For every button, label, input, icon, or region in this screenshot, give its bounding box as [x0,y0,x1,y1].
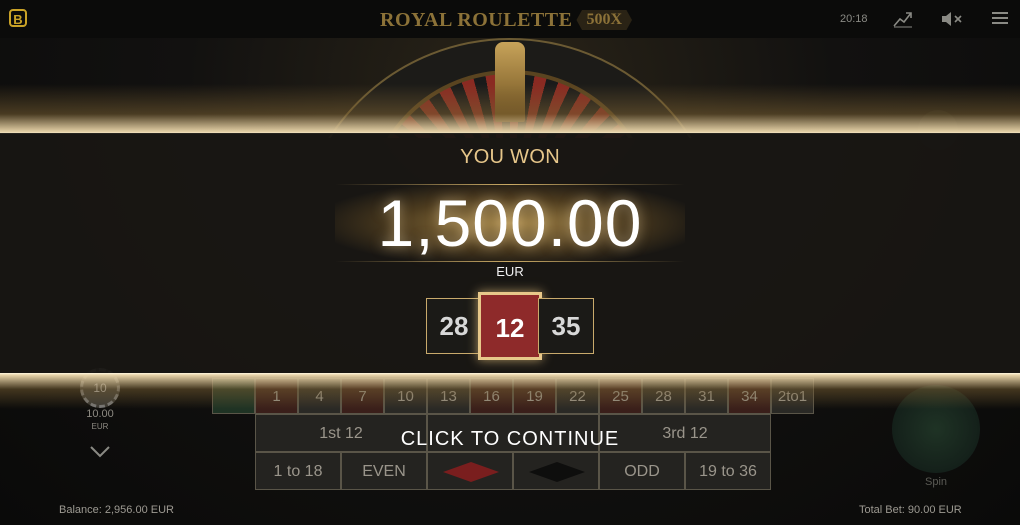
game-title: ROYAL ROULETTE [380,8,573,31]
outside-bets-row: 1 to 18 EVEN ODD 19 to 36 [255,452,771,490]
next-number: 35 [538,298,594,354]
black-diamond-icon [529,462,585,482]
spin-label: Spin [924,476,948,488]
top-bar: B ROYAL ROULETTE 500X 20:18 [0,0,1020,38]
chip-value: 10.00 [86,408,114,420]
overlay-glow-top [0,84,1020,134]
winning-number: 12 [478,292,542,360]
click-to-continue[interactable]: CLICK TO CONTINUE [0,428,1020,451]
game-title-group: ROYAL ROULETTE 500X [380,8,632,32]
total-bet-readout: Total Bet: 90.00 EUR [859,504,962,516]
win-currency: EUR [496,264,524,279]
bet-black[interactable] [513,452,599,490]
chart-icon[interactable] [893,10,913,28]
bet-red[interactable] [427,452,513,490]
win-heading: YOU WON [460,146,560,168]
win-amount: 1,500.00 [377,186,643,260]
multiplier-badge: 500X [576,10,632,30]
overlay-glow-bottom [0,373,1020,409]
red-diamond-icon [443,462,499,482]
bet-odd[interactable]: ODD [599,452,685,490]
bet-low[interactable]: 1 to 18 [255,452,341,490]
brand-logo: B [9,9,27,27]
bet-even[interactable]: EVEN [341,452,427,490]
balance-readout: Balance: 2,956.00 EUR [59,504,174,516]
clock: 20:18 [840,13,868,25]
menu-icon[interactable] [992,11,1008,25]
bet-high[interactable]: 19 to 36 [685,452,771,490]
sound-muted-icon[interactable] [941,10,963,28]
previous-number: 28 [426,298,482,354]
